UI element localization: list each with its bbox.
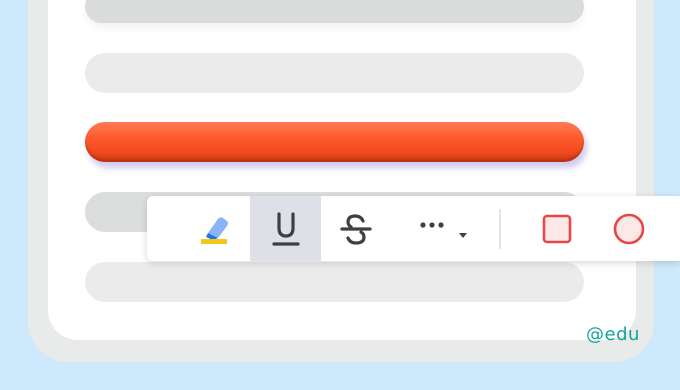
circle-shape-icon — [613, 213, 645, 244]
square-shape-button[interactable] — [527, 196, 587, 261]
text-line-placeholder — [85, 0, 584, 23]
more-options-button[interactable] — [397, 196, 477, 261]
chevron-down-icon — [459, 232, 467, 238]
text-line-selected[interactable] — [85, 122, 584, 162]
highlight-button[interactable] — [191, 196, 241, 261]
strikethrough-icon — [340, 213, 372, 245]
circle-shape-button[interactable] — [599, 196, 659, 261]
text-line-placeholder — [85, 53, 584, 93]
highlighter-icon — [201, 216, 228, 244]
more-options-icon — [420, 221, 467, 238]
underline-icon — [271, 211, 300, 246]
watermark-label: @edu — [586, 324, 640, 345]
toolbar-divider — [499, 209, 501, 249]
text-line-placeholder — [85, 262, 584, 302]
square-shape-icon — [542, 214, 572, 243]
underline-button[interactable] — [250, 196, 321, 261]
strikethrough-button[interactable] — [321, 196, 391, 261]
formatting-toolbar — [147, 196, 680, 261]
